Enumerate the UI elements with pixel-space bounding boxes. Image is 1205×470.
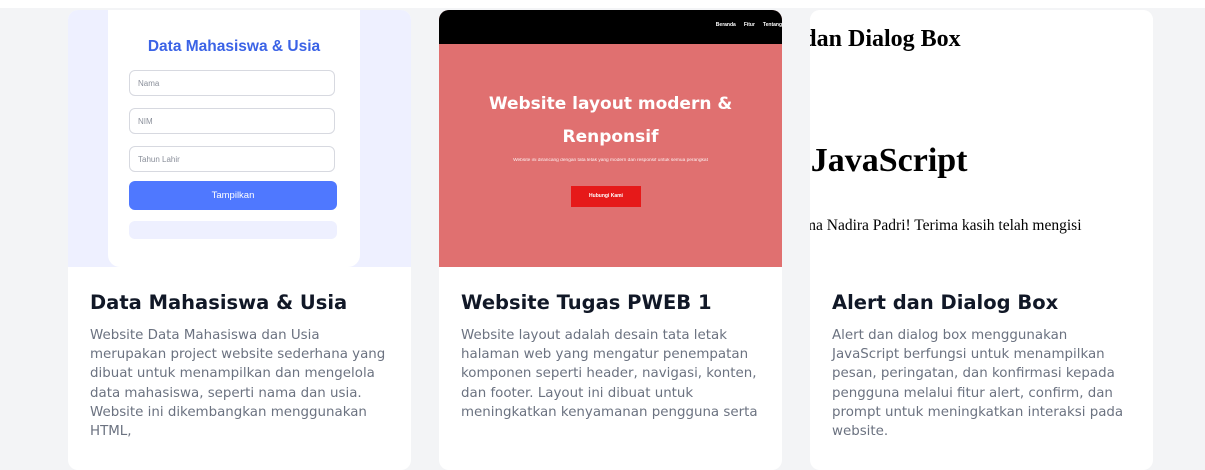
- preview-heading: Data Mahasiswa & Usia: [147, 38, 321, 55]
- preview-nav-link: Beranda: [715, 22, 736, 28]
- card-description: Website Data Mahasiswa dan Usia merupaka…: [90, 328, 386, 440]
- preview-hero-title: Website layout modern & Renponsif: [488, 94, 733, 147]
- preview-contact-button: Hubungi Kami: [571, 186, 641, 207]
- top-bar: [0, 0, 1205, 8]
- card-title: Alert dan Dialog Box: [832, 291, 1059, 314]
- preview-page-heading: Alert dan Dialog Box: [810, 26, 961, 52]
- preview-input-nim: NIM: [129, 108, 335, 134]
- card-description: Alert dan dialog box menggunakan JavaScr…: [832, 328, 1124, 440]
- preview-navbar: Beranda Fitur Tentang: [439, 10, 782, 44]
- preview-greeting-text: Halo, Nama Nadira Padri! Terima kasih te…: [810, 217, 1082, 234]
- project-thumbnail[interactable]: Alert dan Dialog Box Interaksi JavaScrip…: [810, 10, 1153, 267]
- project-card-alert-dialog[interactable]: Alert dan Dialog Box Interaksi JavaScrip…: [810, 10, 1153, 470]
- card-description: Website layout adalah desain tata letak …: [461, 328, 758, 420]
- preview-result-box: [129, 221, 337, 239]
- preview-tampilkan-button: Tampilkan: [129, 181, 337, 210]
- preview-input-tahun-lahir: Tahun Lahir: [129, 146, 335, 172]
- preview-section-heading: Interaksi JavaScript: [810, 142, 968, 179]
- project-thumbnail[interactable]: Beranda Fitur Tentang Website layout mod…: [439, 10, 782, 267]
- preview-form-panel: Data Mahasiswa & Usia Nama NIM Tahun Lah…: [108, 10, 360, 267]
- project-card-website-tugas-pweb[interactable]: Beranda Fitur Tentang Website layout mod…: [439, 10, 782, 470]
- project-thumbnail[interactable]: Data Mahasiswa & Usia Nama NIM Tahun Lah…: [68, 10, 411, 267]
- preview-hero-subtitle: Website ini dirancang dengan tata letak …: [513, 158, 708, 163]
- preview-nav-link: Fitur: [743, 22, 755, 28]
- preview-input-nama: Nama: [129, 70, 335, 96]
- project-card-data-mahasiswa[interactable]: Data Mahasiswa & Usia Nama NIM Tahun Lah…: [68, 10, 411, 470]
- card-title: Data Mahasiswa & Usia: [90, 291, 348, 314]
- card-title: Website Tugas PWEB 1: [461, 291, 712, 314]
- preview-nav-link: Tentang: [762, 22, 782, 28]
